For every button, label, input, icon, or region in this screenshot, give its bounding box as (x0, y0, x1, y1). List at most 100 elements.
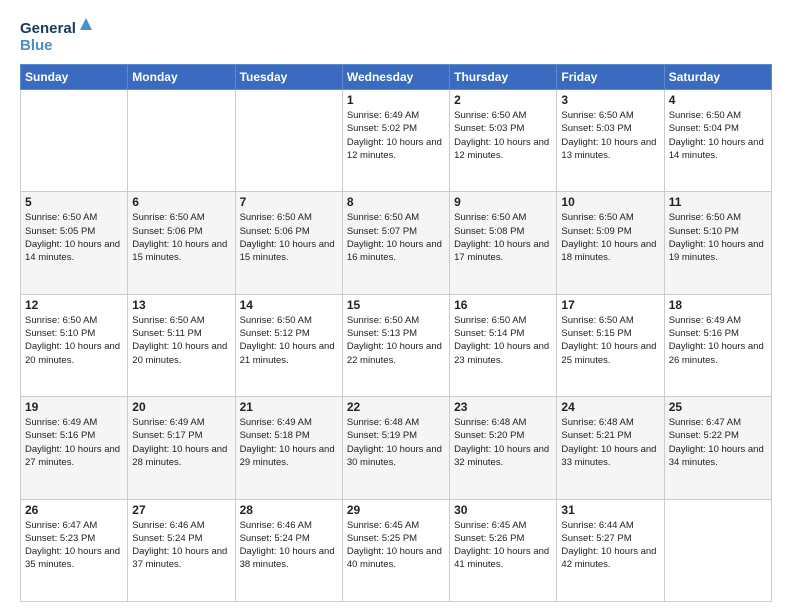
day-number: 28 (240, 503, 338, 517)
day-cell: 15 Sunrise: 6:50 AMSunset: 5:13 PMDayligh… (342, 294, 449, 396)
week-row-4: 26 Sunrise: 6:47 AMSunset: 5:23 PMDayligh… (21, 499, 772, 601)
logo-svg: General Blue (20, 16, 100, 56)
day-number: 11 (669, 195, 767, 209)
day-cell: 28Sunrise: 6:46 AMSunset: 5:24 PMDayligh… (235, 499, 342, 601)
day-cell: 12Sunrise: 6:50 AMSunset: 5:10 PMDayligh… (21, 294, 128, 396)
day-cell: 30Sunrise: 6:45 AMSunset: 5:26 PMDayligh… (450, 499, 557, 601)
day-number: 13 (132, 298, 230, 312)
day-info: Sunrise: 6:50 AMSunset: 5:14 PMDaylight:… (454, 314, 552, 367)
day-cell: 6 Sunrise: 6:50 AMSunset: 5:06 PMDaylight… (128, 192, 235, 294)
day-number: 16 (454, 298, 552, 312)
day-number: 15 (347, 298, 445, 312)
day-info: Sunrise: 6:47 AMSunset: 5:23 PMDaylight:… (25, 519, 123, 572)
day-cell: 5 Sunrise: 6:50 AMSunset: 5:05 PMDaylight… (21, 192, 128, 294)
day-cell: 16 Sunrise: 6:50 AMSunset: 5:14 PMDayligh… (450, 294, 557, 396)
day-info: Sunrise: 6:50 AMSunset: 5:08 PMDaylight:… (454, 211, 552, 264)
header: General Blue (20, 16, 772, 56)
day-number: 19 (25, 400, 123, 414)
page: General Blue SundayMondayTuesdayWednesda… (0, 0, 792, 612)
day-info: Sunrise: 6:50 AMSunset: 5:07 PMDaylight:… (347, 211, 445, 264)
day-info: Sunrise: 6:50 AMSunset: 5:13 PMDaylight:… (347, 314, 445, 367)
day-info: Sunrise: 6:50 AMSunset: 5:05 PMDaylight:… (25, 211, 123, 264)
day-number: 24 (561, 400, 659, 414)
day-cell: 31 Sunrise: 6:44 AMSunset: 5:27 PMDayligh… (557, 499, 664, 601)
day-number: 17 (561, 298, 659, 312)
day-number: 6 (132, 195, 230, 209)
day-number: 8 (347, 195, 445, 209)
day-info: Sunrise: 6:50 AMSunset: 5:06 PMDaylight:… (132, 211, 230, 264)
day-info: Sunrise: 6:50 AMSunset: 5:09 PMDaylight:… (561, 211, 659, 264)
day-number: 22 (347, 400, 445, 414)
day-info: Sunrise: 6:50 AMSunset: 5:12 PMDaylight:… (240, 314, 338, 367)
day-info: Sunrise: 6:49 AMSunset: 5:18 PMDaylight:… (240, 416, 338, 469)
day-info: Sunrise: 6:48 AMSunset: 5:20 PMDaylight:… (454, 416, 552, 469)
week-row-1: 5 Sunrise: 6:50 AMSunset: 5:05 PMDaylight… (21, 192, 772, 294)
weekday-header-wednesday: Wednesday (342, 65, 449, 90)
day-cell: 19Sunrise: 6:49 AMSunset: 5:16 PMDayligh… (21, 397, 128, 499)
day-number: 21 (240, 400, 338, 414)
day-info: Sunrise: 6:47 AMSunset: 5:22 PMDaylight:… (669, 416, 767, 469)
weekday-header-row: SundayMondayTuesdayWednesdayThursdayFrid… (21, 65, 772, 90)
day-info: Sunrise: 6:49 AMSunset: 5:17 PMDaylight:… (132, 416, 230, 469)
day-info: Sunrise: 6:48 AMSunset: 5:19 PMDaylight:… (347, 416, 445, 469)
day-number: 1 (347, 93, 445, 107)
day-number: 12 (25, 298, 123, 312)
day-number: 23 (454, 400, 552, 414)
day-info: Sunrise: 6:46 AMSunset: 5:24 PMDaylight:… (132, 519, 230, 572)
day-info: Sunrise: 6:45 AMSunset: 5:25 PMDaylight:… (347, 519, 445, 572)
day-number: 4 (669, 93, 767, 107)
day-info: Sunrise: 6:44 AMSunset: 5:27 PMDaylight:… (561, 519, 659, 572)
weekday-header-friday: Friday (557, 65, 664, 90)
day-cell: 10 Sunrise: 6:50 AMSunset: 5:09 PMDayligh… (557, 192, 664, 294)
day-cell: 27 Sunrise: 6:46 AMSunset: 5:24 PMDayligh… (128, 499, 235, 601)
svg-text:Blue: Blue (20, 37, 53, 54)
day-info: Sunrise: 6:50 AMSunset: 5:15 PMDaylight:… (561, 314, 659, 367)
day-number: 10 (561, 195, 659, 209)
svg-text:General: General (20, 20, 76, 37)
day-info: Sunrise: 6:45 AMSunset: 5:26 PMDaylight:… (454, 519, 552, 572)
day-cell: 18Sunrise: 6:49 AMSunset: 5:16 PMDayligh… (664, 294, 771, 396)
day-cell: 9 Sunrise: 6:50 AMSunset: 5:08 PMDaylight… (450, 192, 557, 294)
day-info: Sunrise: 6:50 AMSunset: 5:06 PMDaylight:… (240, 211, 338, 264)
day-info: Sunrise: 6:49 AMSunset: 5:02 PMDaylight:… (347, 109, 445, 162)
day-cell: 21 Sunrise: 6:49 AMSunset: 5:18 PMDayligh… (235, 397, 342, 499)
day-cell: 24Sunrise: 6:48 AMSunset: 5:21 PMDayligh… (557, 397, 664, 499)
day-number: 20 (132, 400, 230, 414)
day-info: Sunrise: 6:50 AMSunset: 5:10 PMDaylight:… (669, 211, 767, 264)
day-info: Sunrise: 6:50 AMSunset: 5:04 PMDaylight:… (669, 109, 767, 162)
day-cell: 26 Sunrise: 6:47 AMSunset: 5:23 PMDayligh… (21, 499, 128, 601)
day-number: 2 (454, 93, 552, 107)
day-cell: 8 Sunrise: 6:50 AMSunset: 5:07 PMDaylight… (342, 192, 449, 294)
day-cell: 25 Sunrise: 6:47 AMSunset: 5:22 PMDayligh… (664, 397, 771, 499)
day-number: 25 (669, 400, 767, 414)
day-number: 31 (561, 503, 659, 517)
weekday-header-monday: Monday (128, 65, 235, 90)
day-cell (21, 90, 128, 192)
day-info: Sunrise: 6:50 AMSunset: 5:03 PMDaylight:… (454, 109, 552, 162)
week-row-3: 19Sunrise: 6:49 AMSunset: 5:16 PMDayligh… (21, 397, 772, 499)
day-info: Sunrise: 6:50 AMSunset: 5:11 PMDaylight:… (132, 314, 230, 367)
day-cell: 17 Sunrise: 6:50 AMSunset: 5:15 PMDayligh… (557, 294, 664, 396)
day-number: 14 (240, 298, 338, 312)
day-cell: 20 Sunrise: 6:49 AMSunset: 5:17 PMDayligh… (128, 397, 235, 499)
day-cell: 23 Sunrise: 6:48 AMSunset: 5:20 PMDayligh… (450, 397, 557, 499)
week-row-0: 1 Sunrise: 6:49 AMSunset: 5:02 PMDaylight… (21, 90, 772, 192)
day-cell (235, 90, 342, 192)
calendar: SundayMondayTuesdayWednesdayThursdayFrid… (20, 64, 772, 602)
day-info: Sunrise: 6:49 AMSunset: 5:16 PMDaylight:… (669, 314, 767, 367)
day-number: 7 (240, 195, 338, 209)
day-number: 29 (347, 503, 445, 517)
day-number: 5 (25, 195, 123, 209)
weekday-header-thursday: Thursday (450, 65, 557, 90)
day-number: 9 (454, 195, 552, 209)
day-cell: 3 Sunrise: 6:50 AMSunset: 5:03 PMDaylight… (557, 90, 664, 192)
day-number: 3 (561, 93, 659, 107)
day-cell: 4 Sunrise: 6:50 AMSunset: 5:04 PMDaylight… (664, 90, 771, 192)
day-cell (664, 499, 771, 601)
day-info: Sunrise: 6:50 AMSunset: 5:03 PMDaylight:… (561, 109, 659, 162)
day-number: 27 (132, 503, 230, 517)
day-number: 26 (25, 503, 123, 517)
day-cell: 7 Sunrise: 6:50 AMSunset: 5:06 PMDaylight… (235, 192, 342, 294)
day-cell: 22 Sunrise: 6:48 AMSunset: 5:19 PMDayligh… (342, 397, 449, 499)
day-cell: 2 Sunrise: 6:50 AMSunset: 5:03 PMDaylight… (450, 90, 557, 192)
